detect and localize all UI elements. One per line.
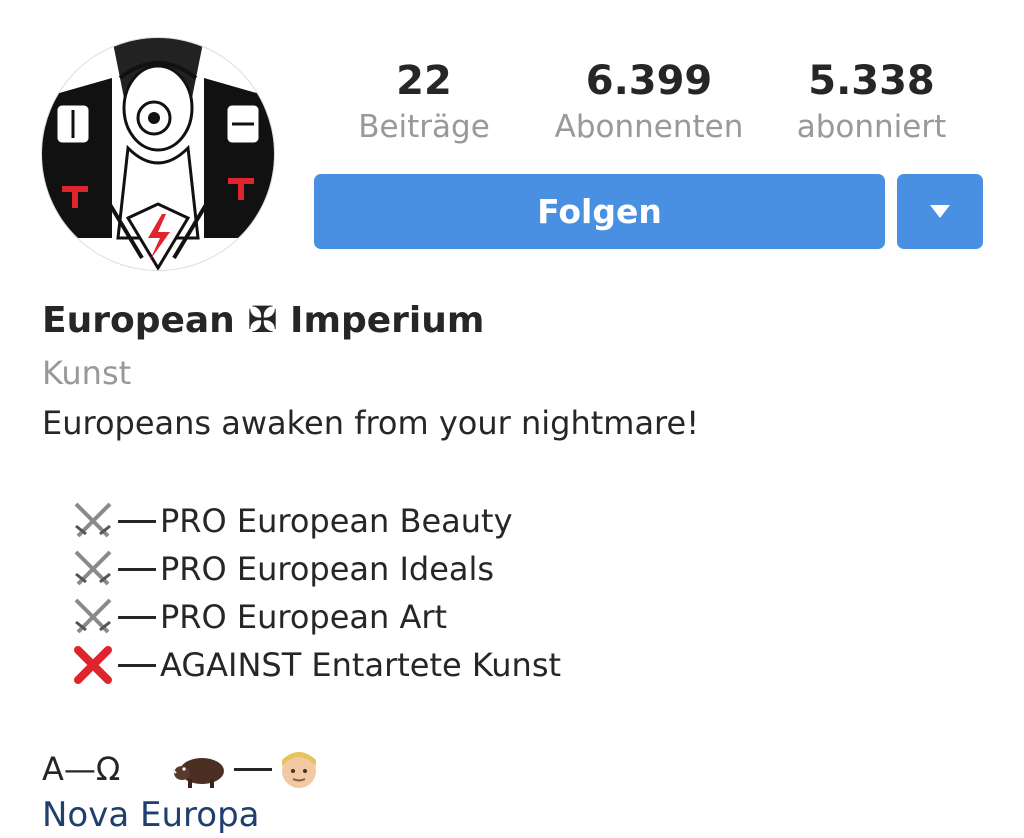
profile-name: European ✠ Imperium [42,300,485,341]
bio-item: PRO European Art [70,594,447,640]
avatar-artwork-icon [42,38,274,270]
follow-button[interactable]: Folgen [314,174,885,249]
bio-tagline: Europeans awaken from your nightmare! [42,404,700,442]
bio-item-text: AGAINST Entartete Kunst [160,646,562,684]
crossed-swords-icon [74,502,112,538]
suggestions-dropdown-button[interactable] [897,174,983,249]
bio-item-text: PRO European Ideals [160,550,495,588]
profile-category: Kunst [42,354,132,392]
bio-dash [118,663,156,667]
following-count: 5.338 [808,58,935,104]
crossed-swords-icon [74,598,112,634]
bio-dash [118,519,156,523]
bio-item: AGAINST Entartete Kunst [70,642,561,688]
alpha-omega-text: A—Ω [42,750,121,788]
bio-dash [118,615,156,619]
person-face-icon [282,752,317,788]
profile-link[interactable]: Nova Europa [42,792,259,838]
bio-item-text: PRO European Art [160,598,448,636]
followers-label: Abonnenten [554,109,744,145]
posts-label: Beiträge [358,109,490,145]
bio-dash [234,767,273,771]
cross-mark-icon [74,646,112,684]
crossed-swords-icon [74,550,112,586]
stat-followers[interactable]: 6.399 Abonnenten [539,58,759,146]
profile-avatar[interactable] [42,38,274,270]
boar-icon [172,758,225,788]
following-label: abonniert [796,109,947,145]
followers-count: 6.399 [585,58,713,104]
bio-item-text: PRO European Beauty [160,502,513,540]
stat-posts[interactable]: 22 Beiträge [349,58,499,146]
bio-dash [118,567,156,571]
bio-symbols-row: A—Ω [42,744,320,794]
stat-following[interactable]: 5.338 abonniert [784,58,959,146]
profile-stats: 22 Beiträge 6.399 Abonnenten 5.338 abonn… [314,58,984,158]
caret-down-icon [930,205,950,218]
bio-item: PRO European Ideals [70,546,494,592]
bio-item: PRO European Beauty [70,498,513,544]
posts-count: 22 [396,58,452,104]
